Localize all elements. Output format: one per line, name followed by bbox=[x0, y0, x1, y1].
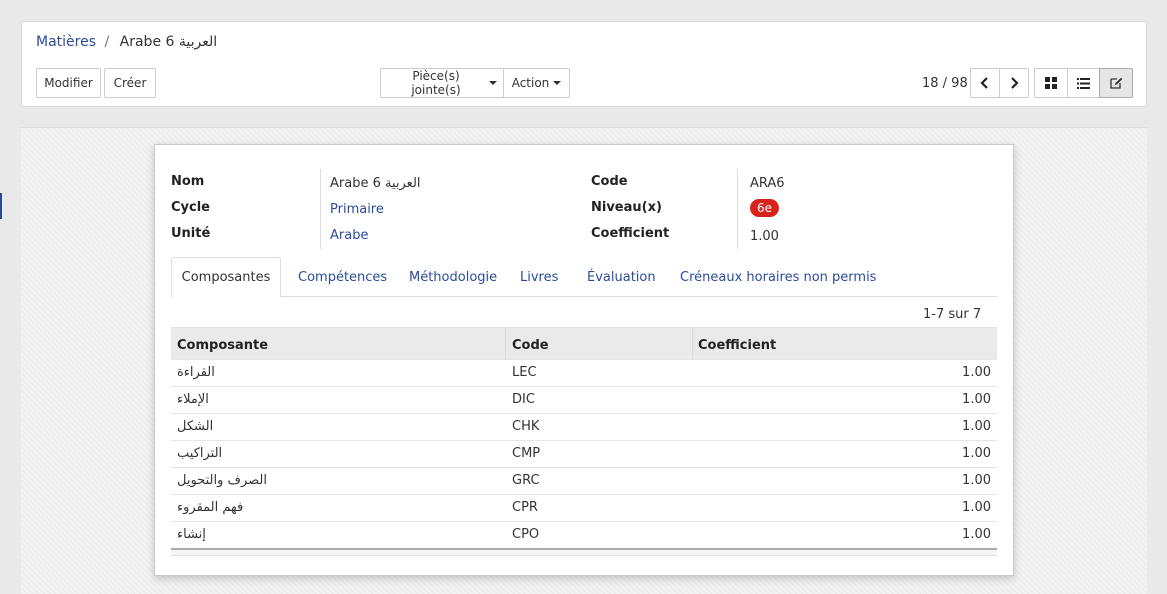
tab-creneaux-horaires[interactable]: Créneaux horaires non permis bbox=[680, 257, 876, 297]
breadcrumb-separator: / bbox=[104, 34, 110, 50]
breadcrumb-current: Arabe 6 العربية bbox=[119, 34, 218, 50]
tab-label: Compétences bbox=[298, 269, 388, 285]
caret-down-icon bbox=[553, 81, 562, 85]
form-view-button[interactable] bbox=[1099, 68, 1133, 98]
table-row[interactable]: الشكل CHK 1.00 bbox=[171, 413, 997, 440]
coefficient-cell: 1.00 bbox=[962, 527, 991, 542]
kanban-view-button[interactable] bbox=[1034, 68, 1068, 98]
code-label: Code bbox=[591, 174, 628, 189]
coefficient-value: 1.00 bbox=[750, 229, 779, 244]
code-value: ARA6 bbox=[750, 176, 785, 191]
code-cell: DIC bbox=[512, 392, 535, 407]
unite-label: Unité bbox=[171, 226, 211, 241]
composante-cell: التراكيب bbox=[177, 446, 223, 461]
breadcrumb-matieres-link[interactable]: Matières bbox=[36, 34, 96, 50]
tab-composantes[interactable]: Composantes bbox=[171, 257, 281, 298]
notebook-tabs: Composantes Compétences Méthodologie Liv… bbox=[171, 257, 997, 298]
column-divider bbox=[505, 328, 506, 360]
chevron-left-icon bbox=[980, 77, 988, 89]
column-header-composante[interactable]: Composante bbox=[177, 328, 268, 360]
kanban-view-icon bbox=[1045, 77, 1057, 89]
previous-record-button[interactable] bbox=[970, 68, 1000, 98]
nom-value: Arabe 6 العربية bbox=[330, 176, 421, 191]
tab-label: Livres bbox=[520, 269, 559, 285]
coefficient-cell: 1.00 bbox=[962, 392, 991, 407]
next-record-button[interactable] bbox=[999, 68, 1029, 98]
table-row[interactable]: القراءة LEC 1.00 bbox=[171, 359, 997, 386]
unite-link[interactable]: Arabe bbox=[330, 228, 368, 243]
tab-label: Évaluation bbox=[587, 269, 656, 285]
control-panel: Matières / Arabe 6 العربية Modifier Crée… bbox=[21, 21, 1147, 107]
table-body: القراءة LEC 1.00 الإملاء DIC 1.00 الشكل CHK 1.00… bbox=[171, 359, 997, 548]
list-view-icon bbox=[1077, 77, 1090, 89]
code-cell: CPO bbox=[512, 527, 540, 542]
table-row[interactable]: إنشاء CPO 1.00 bbox=[171, 521, 997, 548]
tab-label: Méthodologie bbox=[409, 269, 498, 285]
composante-cell: الصرف والتحويل bbox=[177, 473, 267, 488]
cycle-label: Cycle bbox=[171, 200, 210, 215]
table-row[interactable]: التراكيب CMP 1.00 bbox=[171, 440, 997, 467]
code-cell: LEC bbox=[512, 365, 537, 380]
coefficient-cell: 1.00 bbox=[962, 446, 991, 461]
code-cell: GRC bbox=[512, 473, 540, 488]
composantes-table: Composante Code Coefficient القراءة LEC 1.… bbox=[171, 327, 997, 556]
tab-label: Créneaux horaires non permis bbox=[680, 269, 877, 285]
composante-cell: فهم المقروء bbox=[177, 500, 244, 515]
column-header-code[interactable]: Code bbox=[512, 328, 549, 360]
niveau-label: Niveau(x) bbox=[591, 200, 662, 215]
niveau-badge[interactable]: 6e bbox=[750, 199, 780, 217]
list-view-button[interactable] bbox=[1067, 68, 1100, 98]
coefficient-cell: 1.00 bbox=[962, 473, 991, 488]
caret-down-icon bbox=[489, 81, 497, 85]
record-pager-value: 18 / 98 bbox=[922, 76, 968, 91]
modifier-button[interactable]: Modifier bbox=[36, 68, 101, 98]
list-pager-value: 1-7 sur 7 bbox=[923, 307, 982, 322]
code-cell: CPR bbox=[512, 500, 538, 515]
table-header: Composante Code Coefficient bbox=[171, 327, 997, 360]
action-button-label: Action bbox=[511, 76, 550, 90]
field-divider bbox=[320, 169, 321, 249]
form-sheet: Nom Arabe 6 العربية Cycle Primaire Unité… bbox=[154, 144, 1014, 576]
coefficient-cell: 1.00 bbox=[962, 419, 991, 434]
code-cell: CHK bbox=[512, 419, 540, 434]
composante-cell: القراءة bbox=[177, 365, 215, 380]
coefficient-label: Coefficient bbox=[591, 226, 670, 241]
tab-livres[interactable]: Livres bbox=[520, 257, 558, 297]
creer-button-label: Créer bbox=[113, 76, 147, 90]
tab-label: Composantes bbox=[181, 270, 271, 285]
cycle-link[interactable]: Primaire bbox=[330, 202, 384, 217]
attachments-dropdown-button[interactable]: Pièce(s) jointe(s) bbox=[380, 68, 504, 98]
modifier-button-label: Modifier bbox=[44, 76, 93, 90]
table-row[interactable]: الإملاء DIC 1.00 bbox=[171, 386, 997, 413]
nom-label: Nom bbox=[171, 174, 205, 189]
tab-methodologie[interactable]: Méthodologie bbox=[409, 257, 497, 297]
table-row[interactable]: فهم المقروء CPR 1.00 bbox=[171, 494, 997, 521]
tab-competences[interactable]: Compétences bbox=[298, 257, 387, 297]
composante-cell: إنشاء bbox=[177, 527, 206, 542]
attachments-button-label: Pièce(s) jointe(s) bbox=[411, 69, 461, 97]
code-cell: CMP bbox=[512, 446, 541, 461]
chevron-right-icon bbox=[1011, 77, 1019, 89]
coefficient-cell: 1.00 bbox=[962, 365, 991, 380]
column-divider bbox=[692, 328, 693, 360]
tab-evaluation[interactable]: Évaluation bbox=[587, 257, 656, 297]
creer-button[interactable]: Créer bbox=[104, 68, 156, 98]
breadcrumb: Matières / Arabe 6 العربية bbox=[36, 34, 217, 50]
coefficient-cell: 1.00 bbox=[962, 500, 991, 515]
table-row[interactable]: الصرف والتحويل GRC 1.00 bbox=[171, 467, 997, 494]
form-view-icon bbox=[1109, 77, 1122, 89]
action-dropdown-button[interactable]: Action bbox=[503, 68, 570, 98]
composante-cell: الإملاء bbox=[177, 392, 209, 407]
column-header-coefficient[interactable]: Coefficient bbox=[698, 328, 776, 360]
table-footer bbox=[171, 548, 997, 556]
composante-cell: الشكل bbox=[177, 419, 214, 434]
left-edge-marker bbox=[0, 193, 2, 219]
field-divider bbox=[737, 169, 738, 249]
